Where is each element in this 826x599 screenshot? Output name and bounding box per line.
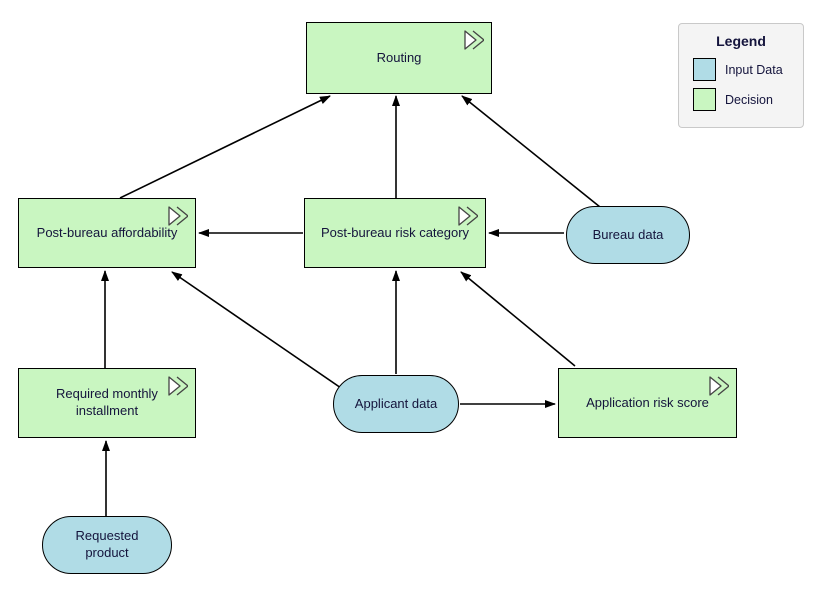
node-post-bureau-affordability-label: Post-bureau affordability (36, 224, 178, 240)
legend-label-decision: Decision (725, 92, 773, 107)
legend-title: Legend (716, 33, 766, 49)
legend-swatch-input-data (693, 58, 716, 81)
chevron-double-right-icon (168, 206, 188, 226)
node-required-monthly-installment-label: Required monthly installment (56, 386, 158, 418)
node-post-bureau-risk-category-label: Post-bureau risk category (320, 224, 470, 240)
node-requested-product[interactable]: Requested product (42, 516, 172, 574)
chevron-double-right-icon (458, 206, 478, 226)
node-applicant-data[interactable]: Applicant data (333, 375, 459, 433)
edge-risk-score-to-risk-category (460, 271, 576, 367)
legend-swatch-decision (693, 88, 716, 111)
edge-affordability-to-routing (119, 95, 331, 199)
node-applicant-data-label: Applicant data (354, 395, 438, 411)
node-required-monthly-installment[interactable]: Required monthly installment (18, 368, 196, 438)
chevron-double-right-icon (168, 376, 188, 396)
node-post-bureau-affordability[interactable]: Post-bureau affordability (18, 198, 196, 268)
node-bureau-data-label: Bureau data (592, 226, 664, 242)
legend-panel: Legend Input Data Decision (678, 23, 804, 128)
node-post-bureau-risk-category[interactable]: Post-bureau risk category (304, 198, 486, 268)
node-requested-product-label: Requested product (75, 528, 139, 560)
legend-label-input-data: Input Data (725, 62, 783, 77)
edge-bureau-data-to-routing (461, 95, 601, 208)
legend-item-input-data: Input Data (693, 58, 803, 81)
chevron-double-right-icon (464, 30, 484, 50)
edge-applicant-data-to-affordability (171, 271, 342, 389)
diagram-canvas: Routing Post-bureau affordability Post-b… (0, 0, 826, 599)
legend-item-decision: Decision (693, 88, 803, 111)
node-bureau-data[interactable]: Bureau data (566, 206, 690, 264)
node-application-risk-score-label: Application risk score (586, 394, 709, 410)
node-routing[interactable]: Routing (306, 22, 492, 94)
node-routing-label: Routing (376, 49, 422, 65)
chevron-double-right-icon (709, 376, 729, 396)
node-application-risk-score[interactable]: Application risk score (558, 368, 737, 438)
